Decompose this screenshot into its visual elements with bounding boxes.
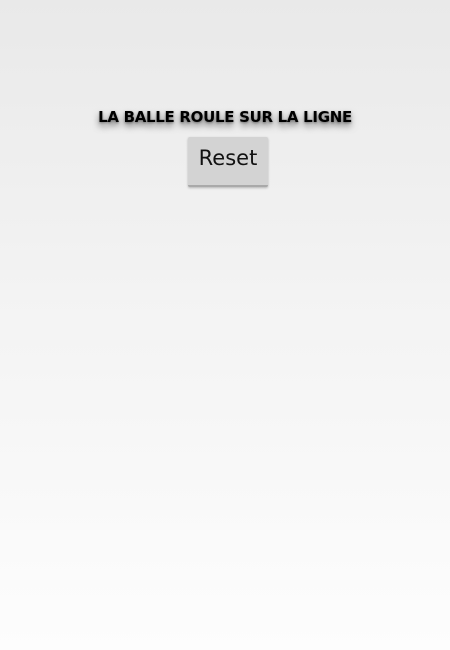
reset-button[interactable]: Reset bbox=[188, 137, 268, 187]
app-screen: LA BALLE ROULE SUR LA LIGNE Reset bbox=[0, 0, 450, 650]
page-title: LA BALLE ROULE SUR LA LIGNE bbox=[98, 108, 352, 126]
